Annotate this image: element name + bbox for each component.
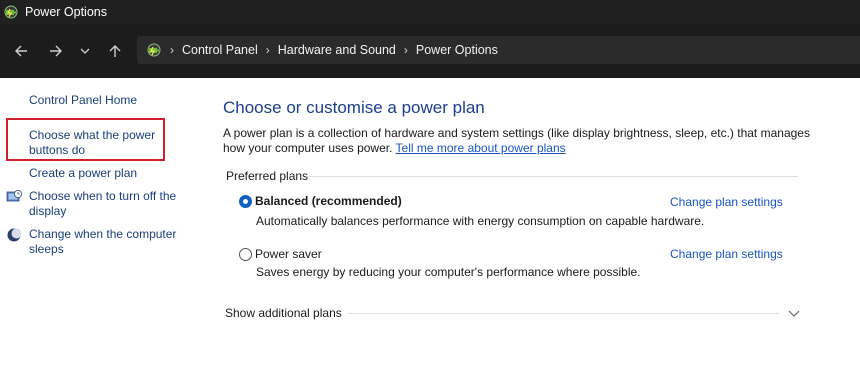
window-title: Power Options [25,5,107,19]
plan-description-power-saver: Saves energy by reducing your computer's… [256,265,641,279]
sidebar-item-turn-off-display[interactable]: Choose when to turn off the display [29,189,176,219]
change-plan-settings-balanced-link[interactable]: Change plan settings [670,195,783,209]
sidebar-item-power-buttons[interactable]: Choose what the power buttons do [29,128,155,158]
plan-name-power-saver[interactable]: Power saver [255,247,322,261]
sidebar-item-label: Choose what the power [29,128,156,142]
chevron-right-icon[interactable]: › [266,43,270,57]
sidebar-item-label: Choose when to turn off the [29,189,177,203]
title-bar: Power Options [0,0,860,24]
sidebar-item-label: Change when the computer [29,227,177,241]
sidebar-item-label: Control Panel Home [29,93,138,107]
learn-more-link[interactable]: Tell me more about power plans [396,141,566,155]
arrow-left-icon [15,45,27,57]
divider [348,313,779,314]
breadcrumb-hardware-and-sound[interactable]: Hardware and Sound [278,43,396,57]
sidebar-item-label: sleeps [29,242,64,256]
preferred-plans-label: Preferred plans [226,169,309,183]
forward-button[interactable] [42,24,70,78]
chevron-down-icon[interactable] [787,306,801,320]
address-bar[interactable]: › Control Panel › Hardware and Sound › P… [137,36,860,64]
change-plan-settings-power-saver-link[interactable]: Change plan settings [670,247,783,261]
balanced-radio[interactable] [239,195,252,208]
sidebar-item-label: Create a power plan [29,166,138,180]
power-options-icon [4,5,18,19]
up-button[interactable] [101,24,129,78]
sidebar-item-label: buttons do [29,143,86,157]
page-title: Choose or customise a power plan [223,98,485,117]
power-saver-radio[interactable] [239,248,252,261]
arrow-right-icon [50,45,62,57]
plan-description-balanced: Automatically balances performance with … [256,214,705,228]
divider [306,176,798,177]
chevron-down-icon [80,48,90,54]
chevron-right-icon[interactable]: › [404,43,408,57]
breadcrumb-power-options[interactable]: Power Options [416,43,498,57]
display-clock-icon [6,190,22,202]
sidebar-item-computer-sleeps[interactable]: Change when the computer sleeps [29,227,176,257]
breadcrumb-control-panel[interactable]: Control Panel [182,43,258,57]
show-additional-plans[interactable]: Show additional plans [225,306,342,320]
chevron-right-icon[interactable]: › [170,43,174,57]
sidebar-item-create-power-plan[interactable]: Create a power plan [29,166,137,181]
intro-text: A power plan is a collection of hardware… [223,126,823,156]
moon-icon [7,228,22,242]
recent-locations-button[interactable] [72,24,98,78]
plan-name-balanced[interactable]: Balanced (recommended) [255,194,402,208]
navigation-bar: › Control Panel › Hardware and Sound › P… [0,24,860,78]
sidebar-item-control-panel-home[interactable]: Control Panel Home [29,93,137,108]
power-options-icon [147,43,161,57]
back-button[interactable] [7,24,35,78]
arrow-up-icon [109,45,121,57]
sidebar-item-label: display [29,204,67,218]
